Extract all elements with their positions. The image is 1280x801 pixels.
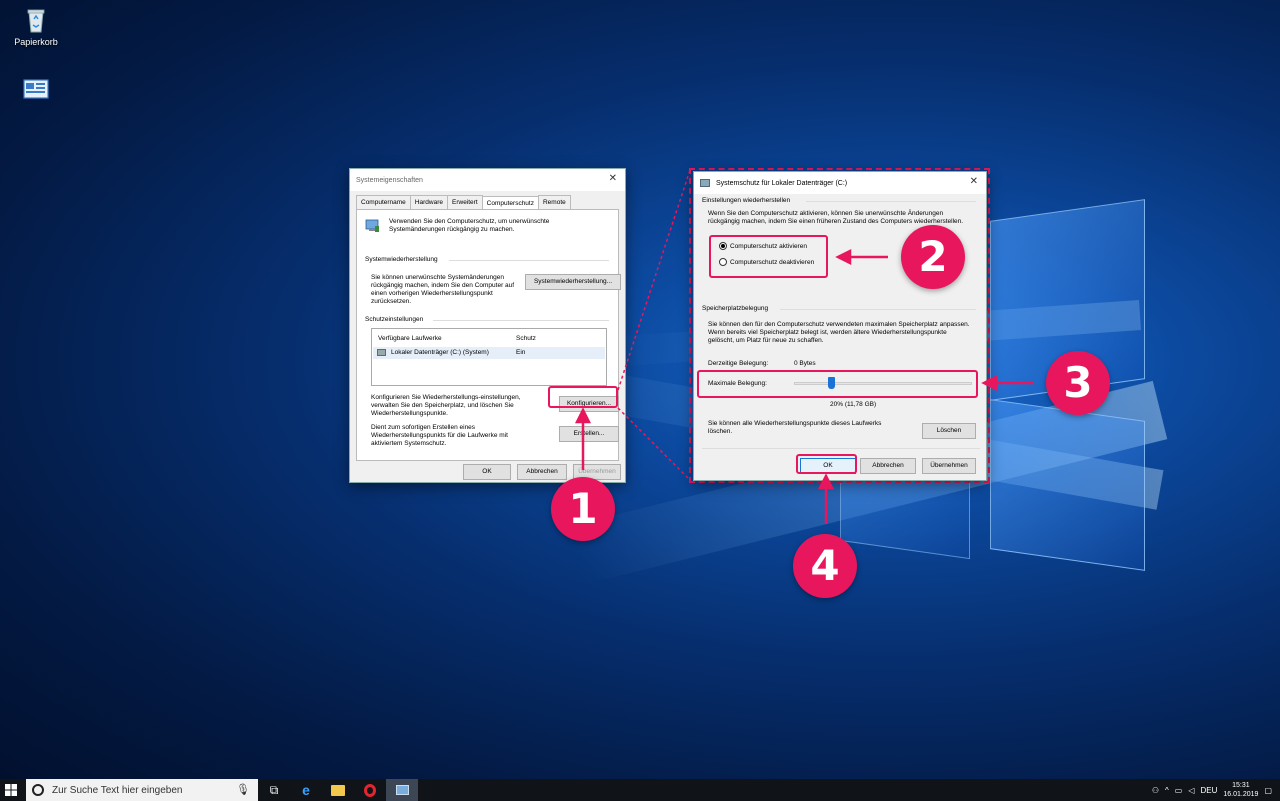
taskbar: Zur Suche Text hier eingeben 🎙 ⧉ e ⚇ ^ ▭…	[0, 779, 1280, 801]
callout-3: 3	[1046, 351, 1110, 415]
edge-icon[interactable]: e	[290, 779, 322, 801]
callout-2: 2	[901, 225, 965, 289]
volume-icon[interactable]: ◁	[1188, 786, 1194, 795]
search-placeholder: Zur Suche Text hier eingeben	[52, 784, 183, 796]
taskbar-search-box[interactable]: Zur Suche Text hier eingeben 🎙	[26, 779, 258, 801]
chevron-up-icon[interactable]: ^	[1165, 786, 1169, 795]
callout-1: 1	[551, 477, 615, 541]
notification-icon[interactable]: ▢	[1264, 786, 1272, 795]
opera-icon[interactable]	[354, 779, 386, 801]
system-tray: ⚇ ^ ▭ ◁ DEU 15:31 16.01.2019 ▢	[1152, 779, 1280, 801]
language-indicator[interactable]: DEU	[1201, 786, 1218, 795]
clock-date: 16.01.2019	[1223, 791, 1259, 798]
clock[interactable]: 15:31 16.01.2019	[1223, 781, 1258, 799]
microphone-icon[interactable]: 🎙	[236, 783, 250, 796]
clock-time: 15:31	[1232, 782, 1250, 789]
callout-4: 4	[793, 534, 857, 598]
file-explorer-icon[interactable]	[322, 779, 354, 801]
task-view-icon[interactable]: ⧉	[258, 779, 290, 801]
windows-start-icon[interactable]	[0, 779, 22, 801]
network-icon[interactable]: ▭	[1175, 786, 1183, 795]
people-icon[interactable]: ⚇	[1152, 786, 1159, 795]
system-properties-taskbar-icon[interactable]	[386, 779, 418, 801]
cortana-icon	[32, 784, 44, 796]
